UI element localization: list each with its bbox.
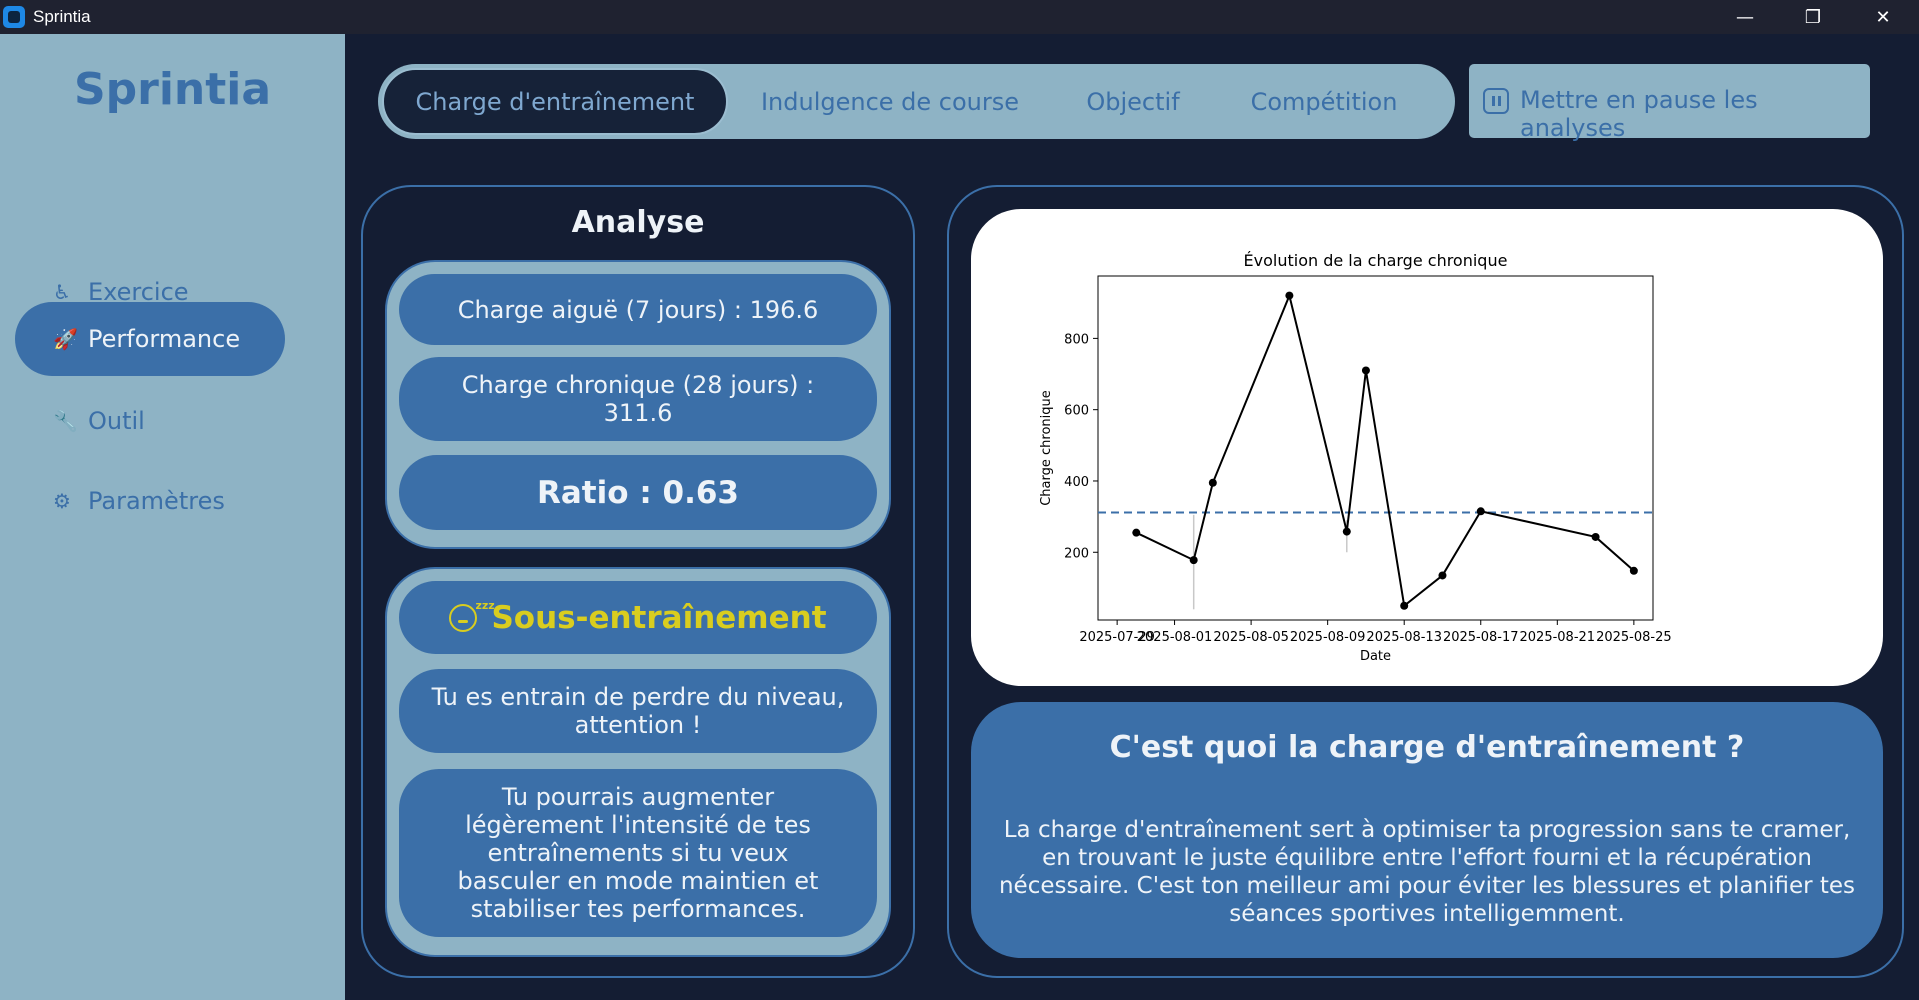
analyse-title: Analyse bbox=[571, 205, 705, 240]
pause-icon bbox=[1483, 88, 1509, 114]
x-tick-label: 2025-08-05 bbox=[1213, 630, 1289, 645]
info-text: La charge d'entraînement sert à optimise… bbox=[998, 817, 1856, 927]
info-card: C'est quoi la charge d'entraînement ? La… bbox=[971, 702, 1883, 958]
chart-title: Évolution de la charge chronique bbox=[1244, 251, 1508, 270]
status-group: zzz Sous-entraînement Tu es entrain de p… bbox=[385, 567, 891, 957]
info-title: C'est quoi la charge d'entraînement ? bbox=[1109, 730, 1745, 765]
rocket-icon: 🚀 bbox=[53, 327, 78, 351]
status-label: Sous-entraînement bbox=[491, 599, 827, 636]
wrench-icon: 🔧 bbox=[53, 409, 78, 433]
y-tick-label: 400 bbox=[1064, 475, 1089, 490]
minimize-button[interactable]: — bbox=[1711, 0, 1779, 34]
chronic-load: Charge chronique (28 jours) : 311.6 bbox=[399, 357, 877, 441]
sidebar-item-label: Outil bbox=[88, 407, 145, 435]
advice-text: Tu pourrais augmenter légèrement l'inten… bbox=[399, 769, 877, 937]
metrics-group: Charge aiguë (7 jours) : 196.6 Charge ch… bbox=[385, 260, 891, 549]
window-title: Sprintia bbox=[33, 7, 91, 26]
tab-bar: Charge d'entraînement Indulgence de cour… bbox=[378, 64, 1455, 139]
analyse-panel: Analyse Charge aiguë (7 jours) : 196.6 C… bbox=[361, 185, 915, 978]
running-icon: ♿ bbox=[53, 280, 71, 304]
x-tick-label: 2025-08-01 bbox=[1137, 630, 1213, 645]
data-point bbox=[1400, 601, 1409, 610]
x-tick-label: 2025-08-25 bbox=[1596, 630, 1672, 645]
data-point bbox=[1438, 571, 1447, 580]
pause-analyses-button[interactable]: Mettre en pause les analyses bbox=[1469, 64, 1870, 142]
close-button[interactable]: ✕ bbox=[1849, 0, 1917, 34]
data-point bbox=[1285, 291, 1294, 300]
chart-panel: Évolution de la charge chronique Date Char… bbox=[947, 185, 1904, 978]
y-tick-label: 600 bbox=[1064, 404, 1089, 419]
maximize-button[interactable]: ❐ bbox=[1779, 0, 1847, 34]
brand-logo: Sprintia bbox=[73, 64, 272, 115]
x-axis-label: Date bbox=[1360, 649, 1391, 664]
gear-icon: ⚙ bbox=[53, 489, 71, 513]
plot-frame bbox=[1097, 275, 1654, 621]
status-badge: zzz Sous-entraînement bbox=[399, 581, 877, 654]
chart-card: Évolution de la charge chronique Date Char… bbox=[971, 209, 1883, 686]
x-tick-label: 2025-08-21 bbox=[1520, 630, 1596, 645]
sidebar-item-label: Performance bbox=[88, 325, 241, 353]
data-point bbox=[1208, 478, 1217, 487]
charge-chart: Évolution de la charge chronique Date Char… bbox=[1039, 251, 1672, 664]
sidebar-item-outil[interactable]: 🔧 Outil bbox=[15, 384, 285, 458]
data-point bbox=[1629, 566, 1638, 575]
tab-objectif[interactable]: Objectif bbox=[1058, 68, 1208, 135]
data-point bbox=[1476, 507, 1485, 516]
x-tick-label: 2025-08-13 bbox=[1366, 630, 1442, 645]
y-axis-label: Charge chronique bbox=[1039, 390, 1054, 506]
y-tick-label: 200 bbox=[1064, 546, 1089, 561]
pause-button-label: Mettre en pause les analyses bbox=[1520, 86, 1758, 142]
data-point bbox=[1591, 532, 1600, 541]
sleeping-face-icon: zzz bbox=[449, 599, 495, 632]
tab-charge-entrainement[interactable]: Charge d'entraînement bbox=[382, 68, 728, 135]
x-tick-label: 2025-08-09 bbox=[1290, 630, 1366, 645]
title-bar: Sprintia — ❐ ✕ bbox=[0, 0, 1919, 34]
tab-indulgence-course[interactable]: Indulgence de course bbox=[742, 68, 1038, 135]
sidebar-item-parametres[interactable]: ⚙ Paramètres bbox=[15, 464, 285, 538]
app-icon bbox=[3, 6, 25, 28]
status-message: Tu es entrain de perdre du niveau, atten… bbox=[399, 669, 877, 753]
data-point bbox=[1132, 528, 1141, 537]
tab-competition[interactable]: Compétition bbox=[1219, 68, 1429, 135]
acute-load: Charge aiguë (7 jours) : 196.6 bbox=[399, 274, 877, 345]
data-point bbox=[1189, 556, 1198, 565]
series-line bbox=[1135, 292, 1635, 608]
sidebar-item-performance[interactable]: 🚀 Performance bbox=[15, 302, 285, 376]
sidebar-item-label: Paramètres bbox=[88, 487, 225, 515]
data-point bbox=[1342, 527, 1351, 536]
data-point bbox=[1361, 366, 1370, 375]
y-tick-label: 800 bbox=[1064, 332, 1089, 347]
sidebar: Sprintia ♿ Exercice 🚀 Performance 🔧 Outi… bbox=[0, 34, 345, 1000]
ratio-value: Ratio : 0.63 bbox=[399, 455, 877, 530]
x-tick-label: 2025-08-17 bbox=[1443, 630, 1519, 645]
